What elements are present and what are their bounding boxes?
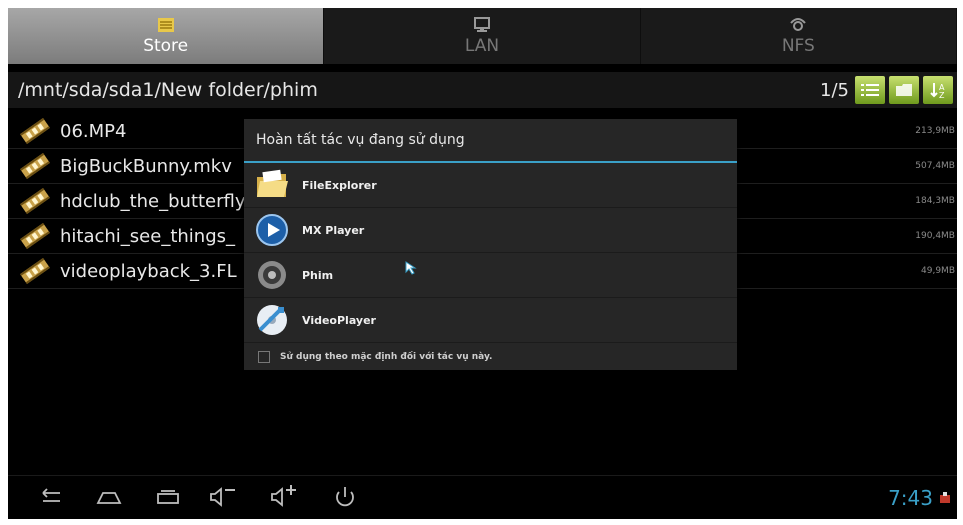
dialog-title: Hoàn tất tác vụ đang sử dụng xyxy=(244,119,737,163)
folder-icon xyxy=(896,84,912,96)
list-view-button[interactable] xyxy=(855,76,885,104)
file-name: BigBuckBunny.mkv xyxy=(60,155,232,177)
video-file-icon xyxy=(20,258,50,284)
file-size: 213,9MB xyxy=(915,126,955,136)
app-chooser-dialog: Hoàn tất tác vụ đang sử dụng FileExplore… xyxy=(244,119,737,370)
app-option-videoplayer[interactable]: VideoPlayer xyxy=(244,298,737,343)
app-option-fileexplorer[interactable]: FileExplorer xyxy=(244,163,737,208)
volume-down-icon[interactable] xyxy=(208,484,238,510)
video-file-icon xyxy=(20,118,50,144)
tab-lan[interactable]: LAN xyxy=(324,8,641,64)
use-default-checkbox[interactable] xyxy=(258,351,270,363)
video-player-icon xyxy=(257,305,287,335)
current-path: /mnt/sda/sda1/New folder/phim xyxy=(18,79,318,101)
app-option-mx-player[interactable]: MX Player xyxy=(244,208,737,253)
recent-apps-icon[interactable] xyxy=(153,484,183,510)
home-icon[interactable] xyxy=(94,484,124,510)
sort-button[interactable]: AZ xyxy=(923,76,953,104)
sort-icon: AZ xyxy=(930,83,945,99)
app-label: VideoPlayer xyxy=(302,313,376,327)
volume-up-icon[interactable] xyxy=(269,484,299,510)
android-screen: Store LAN NFS /mnt/sda/sda1/New folder/p… xyxy=(8,8,957,519)
store-icon xyxy=(157,16,175,34)
app-option-phim[interactable]: Phim xyxy=(244,253,737,298)
page-indicator: 1/5 xyxy=(820,79,849,101)
power-icon[interactable] xyxy=(330,484,360,510)
use-default-row[interactable]: Sử dụng theo mặc định đối với tác vụ này… xyxy=(244,343,737,371)
clock-time: 7:43 xyxy=(888,486,933,510)
list-view-icon xyxy=(861,84,879,96)
back-icon[interactable] xyxy=(36,484,66,510)
video-file-icon xyxy=(20,223,50,249)
system-navigation-bar: 7:43 xyxy=(8,475,957,519)
tab-label: Store xyxy=(143,36,189,56)
app-label: FileExplorer xyxy=(302,178,377,192)
tab-store[interactable]: Store xyxy=(8,8,325,64)
mouse-cursor-icon xyxy=(405,261,417,275)
network-icon xyxy=(789,16,807,34)
new-folder-button[interactable] xyxy=(889,76,919,104)
video-file-icon xyxy=(20,188,50,214)
tab-bar: Store LAN NFS xyxy=(8,8,957,64)
tab-nfs[interactable]: NFS xyxy=(641,8,957,64)
file-size: 184,3MB xyxy=(915,196,955,206)
file-name: videoplayback_3.FL xyxy=(60,260,237,282)
mx-player-icon xyxy=(256,214,288,246)
app-label: Phim xyxy=(302,268,334,282)
video-file-icon xyxy=(20,153,50,179)
tab-label: NFS xyxy=(781,36,815,56)
use-default-label: Sử dụng theo mặc định đối với tác vụ này… xyxy=(280,352,493,362)
monitor-icon xyxy=(473,16,491,34)
usb-storage-icon xyxy=(940,492,950,503)
svg-text:Z: Z xyxy=(939,91,945,99)
app-label: MX Player xyxy=(302,223,365,237)
file-name: hitachi_see_things_ xyxy=(60,225,236,247)
file-name: hdclub_the_butterfly xyxy=(60,190,246,212)
file-size: 49,9MB xyxy=(921,266,955,276)
file-size: 190,4MB xyxy=(915,231,955,241)
file-explorer-icon xyxy=(257,169,288,197)
phim-icon xyxy=(258,261,286,289)
file-size: 507,4MB xyxy=(915,161,955,171)
file-name: 06.MP4 xyxy=(60,120,127,142)
path-bar: /mnt/sda/sda1/New folder/phim 1/5 AZ xyxy=(8,72,957,108)
tab-label: LAN xyxy=(464,36,500,56)
